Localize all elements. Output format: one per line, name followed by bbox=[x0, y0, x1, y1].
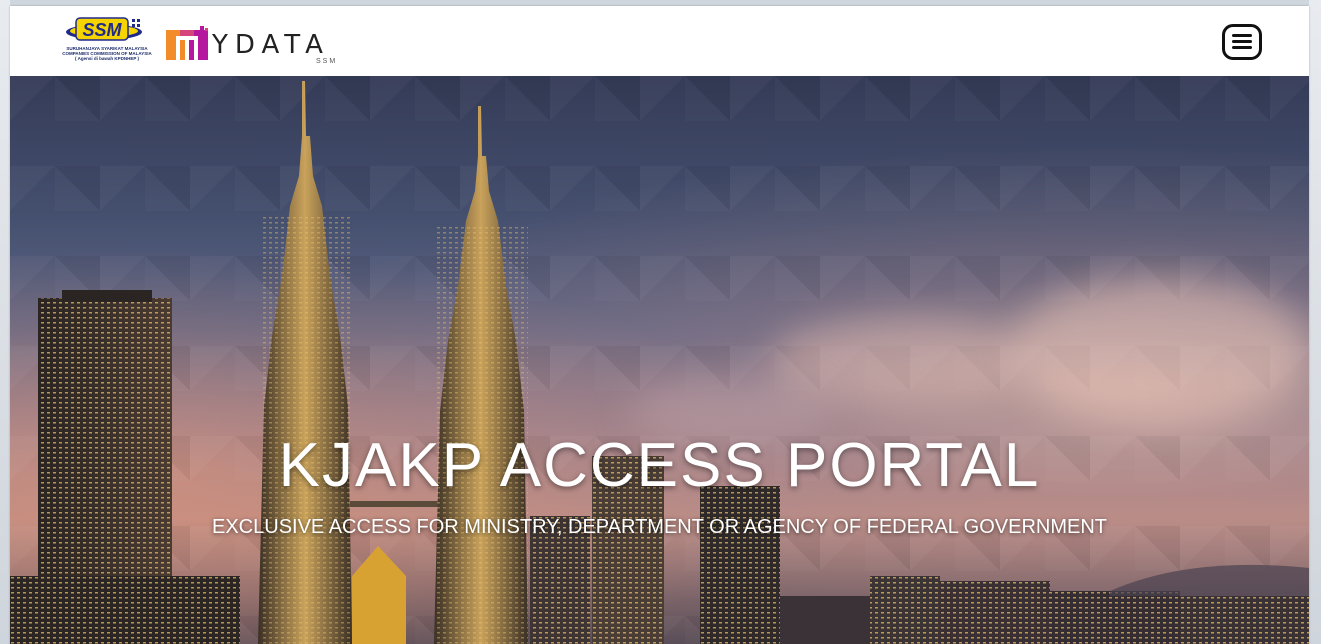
ssm-logo-lettering: SSM bbox=[82, 20, 122, 40]
hero-subtitle: EXCLUSIVE ACCESS FOR MINISTRY, DEPARTMEN… bbox=[212, 516, 1107, 538]
menu-line-1 bbox=[1232, 34, 1252, 37]
hamburger-menu-icon[interactable] bbox=[1222, 24, 1262, 60]
mydata-wordmark: YDATA bbox=[212, 30, 330, 60]
mydata-m-icon bbox=[166, 26, 208, 60]
mydata-sub-label: SSM bbox=[316, 58, 338, 65]
window-left-border bbox=[0, 0, 10, 644]
city-skyline-image bbox=[10, 81, 1309, 644]
ssm-tagline: SURUHANJAYA SYARIKAT MALAYSIA COMPANIES … bbox=[54, 46, 160, 61]
ssm-logo[interactable]: SSM SURUHANJAYA SYARIKAT MALAYSIA COMPAN… bbox=[54, 16, 160, 68]
site-header: SSM SURUHANJAYA SYARIKAT MALAYSIA COMPAN… bbox=[10, 6, 1309, 77]
hero-banner: KJAKP ACCESS PORTAL EXCLUSIVE ACCESS FOR… bbox=[10, 76, 1309, 644]
mydata-logo[interactable]: YDATA SSM bbox=[166, 18, 356, 66]
hero-title: KJAKP ACCESS PORTAL bbox=[278, 431, 1041, 500]
menu-line-3 bbox=[1232, 46, 1252, 49]
page-frame: SSM SURUHANJAYA SYARIKAT MALAYSIA COMPAN… bbox=[10, 6, 1309, 644]
menu-line-2 bbox=[1232, 40, 1252, 43]
window-right-border bbox=[1309, 0, 1321, 644]
ssm-tagline-line-3: ( Agensi di bawah KPDNHEP ) bbox=[74, 56, 139, 61]
ssm-logo-mark-icon: SSM bbox=[66, 17, 142, 41]
